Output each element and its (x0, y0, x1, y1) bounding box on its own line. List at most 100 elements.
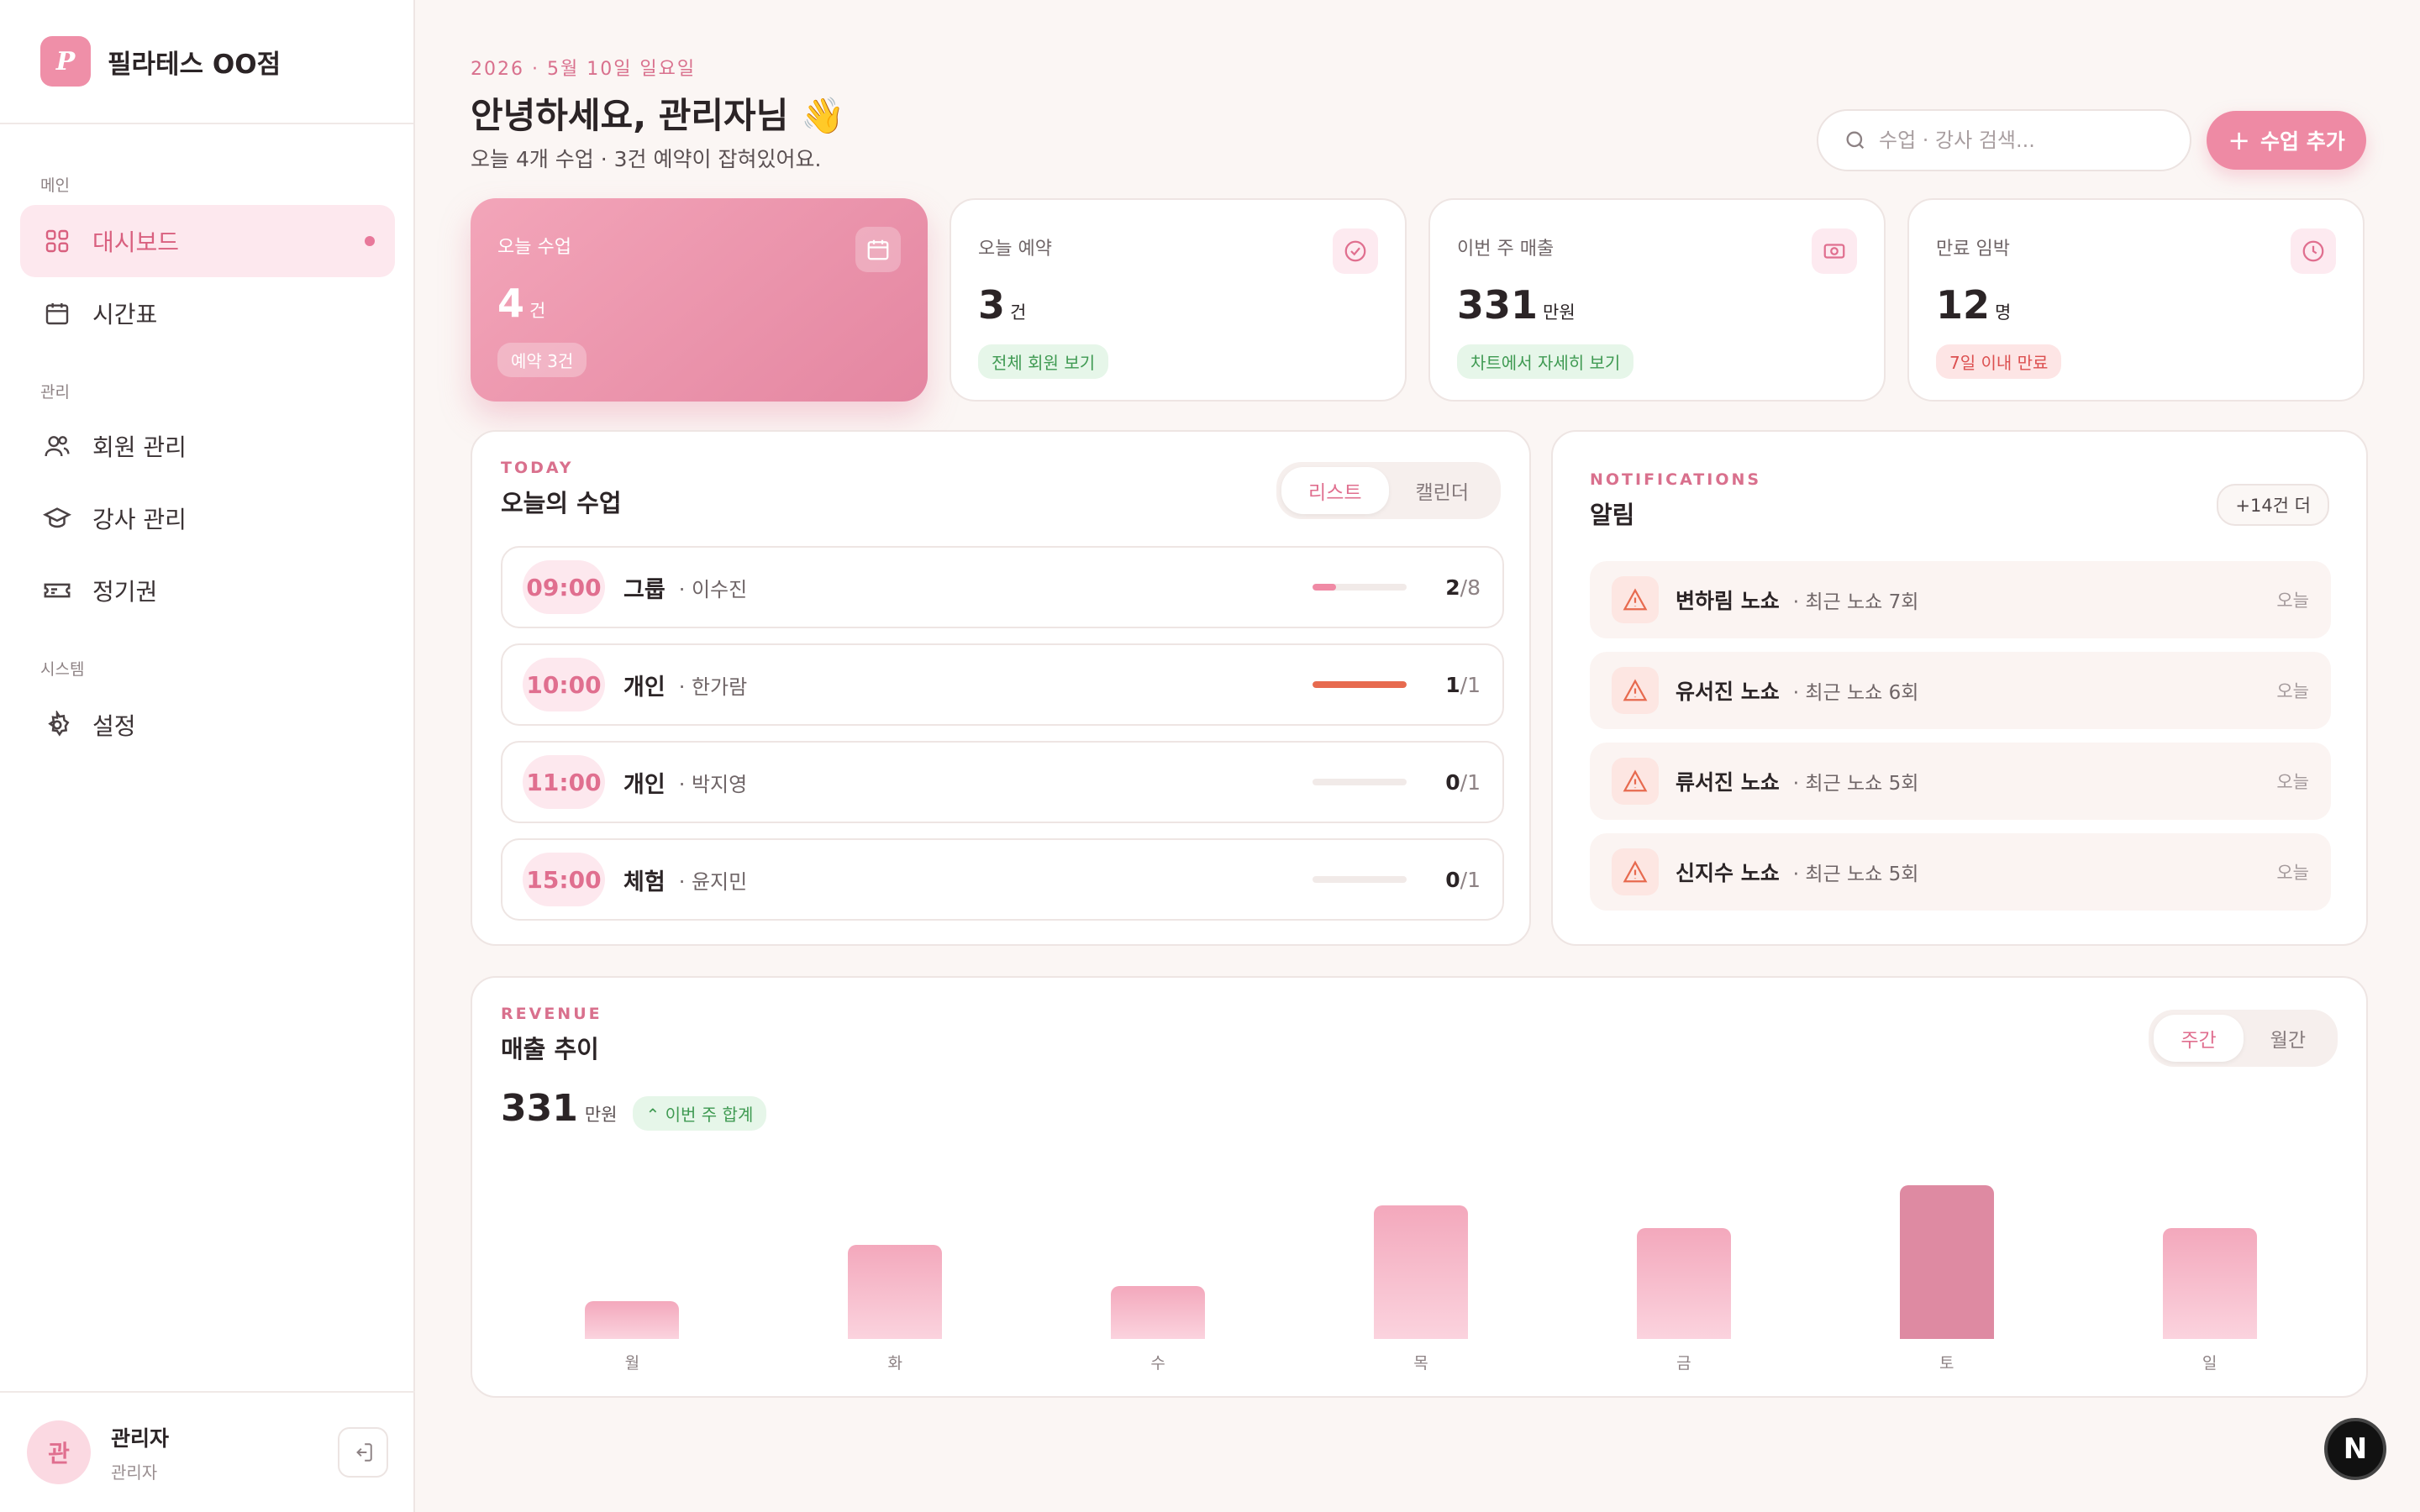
notification-item[interactable]: 유서진 노쇼 · 최근 노쇼 6회 오늘 (1590, 652, 2331, 729)
period-toggle: 주간 월간 (2149, 1010, 2338, 1067)
tab-monthly[interactable]: 월간 (2244, 1015, 2333, 1062)
sidebar-item-dashboard[interactable]: 대시보드 (20, 205, 395, 277)
users-icon (42, 431, 72, 461)
tab-list[interactable]: 리스트 (1281, 467, 1389, 514)
booking-progress-fill (1313, 584, 1336, 591)
gear-icon (42, 710, 72, 740)
stat-pill-link[interactable]: 전체 회원 보기 (978, 344, 1109, 379)
warning-icon (1612, 667, 1659, 714)
revenue-badge: ⌃ 이번 주 합계 (632, 1096, 767, 1131)
notification-item[interactable]: 신지수 노쇼 · 최근 노쇼 5회 오늘 (1590, 833, 2331, 911)
class-time: 10:00 (523, 658, 605, 711)
notification-detail: · 최근 노쇼 5회 (1792, 864, 1919, 885)
stat-pill: 예약 3건 (497, 343, 587, 377)
chart-tick-label: 월 (624, 1354, 640, 1373)
nav-section-system: 시스템 (40, 660, 85, 679)
booking-progress-bar (1313, 681, 1407, 688)
plus-icon: + (2228, 124, 2251, 156)
warning-icon (1612, 848, 1659, 895)
logout-icon (356, 1443, 372, 1462)
notification-time: 오늘 (2276, 591, 2309, 611)
class-row[interactable]: 10:00 개인 · 한가람 1/1 (501, 643, 1504, 726)
chart-bar[interactable] (1374, 1205, 1468, 1339)
sidebar-item-label: 시간표 (92, 301, 158, 328)
tab-calendar[interactable]: 캘린더 (1389, 467, 1496, 514)
search-box[interactable] (1817, 109, 2191, 171)
booking-count: 0/1 (1445, 769, 1481, 795)
class-time: 11:00 (523, 755, 605, 809)
booking-progress-bar (1313, 876, 1407, 883)
brand-name: 필라테스 OO점 (108, 49, 281, 80)
sidebar-item-members[interactable]: 회원 관리 (20, 410, 395, 482)
chart-tick-label: 토 (1939, 1354, 1954, 1373)
booking-count: 0/1 (1445, 867, 1481, 892)
notification-name: 변하림 노쇼 (1676, 589, 1780, 613)
stat-card-today-classes[interactable]: 오늘 수업 4건 예약 3건 (471, 198, 928, 402)
booking-count: 2/8 (1445, 575, 1481, 600)
class-row[interactable]: 15:00 체험 · 윤지민 0/1 (501, 838, 1504, 921)
avatar[interactable]: 관 (27, 1420, 91, 1484)
clock-icon (2291, 228, 2336, 274)
chart-bar[interactable] (585, 1300, 680, 1339)
user-info: 관리자 관리자 (111, 1422, 169, 1483)
sidebar: P 필라테스 OO점 메인 대시보드 시간표 관리 회원 관리 강사 관리 정기… (0, 0, 415, 1512)
class-type: 개인 (623, 771, 666, 798)
notification-item[interactable]: 류서진 노쇼 · 최근 노쇼 5회 오늘 (1590, 743, 2331, 820)
chart-bar[interactable] (1636, 1227, 1731, 1339)
chart-tick-label: 목 (1413, 1354, 1428, 1373)
brand[interactable]: P 필라테스 OO점 (0, 0, 413, 124)
search-input[interactable] (1879, 129, 2165, 152)
view-toggle: 리스트 캘린더 (1276, 462, 1501, 519)
sidebar-item-passes[interactable]: 정기권 (20, 554, 395, 627)
chart-bar[interactable] (1111, 1285, 1206, 1339)
notification-time: 오늘 (2276, 863, 2309, 883)
stat-card-expiring-soon[interactable]: 만료 임박 12 명 7일 이내 만료 (1907, 198, 2365, 402)
card-eyebrow: REVENUE (501, 1005, 602, 1023)
nav-section-manage: 관리 (40, 383, 70, 402)
notification-name: 유서진 노쇼 (1676, 680, 1780, 704)
stat-pill: 7일 이내 만료 (1936, 344, 2062, 379)
notification-time: 오늘 (2276, 681, 2309, 701)
calendar-icon (42, 298, 72, 328)
class-trainer: · 박지영 (678, 772, 748, 796)
class-trainer: · 이수진 (678, 577, 748, 601)
notification-item[interactable]: 변하림 노쇼 · 최근 노쇼 7회 오늘 (1590, 561, 2331, 638)
dashboard-grid-icon (42, 226, 72, 256)
sidebar-item-instructors[interactable]: 강사 관리 (20, 482, 395, 554)
notifications-card: NOTIFICATIONS 알림 +14건 더 변하림 노쇼 · 최근 노쇼 7회… (1551, 430, 2368, 946)
stat-value: 3건 (978, 282, 1027, 328)
stat-card-today-bookings[interactable]: 오늘 예약 3건 전체 회원 보기 (950, 198, 1407, 402)
stat-label: 오늘 수업 (497, 237, 571, 258)
logout-button[interactable] (338, 1427, 388, 1478)
add-class-button[interactable]: + 수업 추가 (2207, 111, 2366, 170)
revenue-total-unit: 만원 (584, 1105, 618, 1125)
chart-tick-label: 수 (1150, 1354, 1165, 1373)
sidebar-item-settings[interactable]: 설정 (20, 689, 395, 761)
warning-icon (1612, 758, 1659, 805)
nav-section-main: 메인 (40, 176, 70, 195)
chart-tick-label: 금 (1676, 1354, 1691, 1373)
chart-bar[interactable] (848, 1244, 943, 1339)
stat-label: 오늘 예약 (978, 239, 1052, 260)
tab-weekly[interactable]: 주간 (2154, 1015, 2244, 1062)
today-classes-card: TODAY 오늘의 수업 리스트 캘린더 09:00 그룹 · 이수진 2/8 10:0… (471, 430, 1531, 946)
booking-progress-bar (1313, 779, 1407, 785)
floating-action-button[interactable]: N (2324, 1418, 2386, 1480)
stat-pill-link[interactable]: 차트에서 자세히 보기 (1457, 344, 1634, 379)
more-notifications-button[interactable]: +14건 더 (2217, 484, 2329, 526)
sidebar-item-timetable[interactable]: 시간표 (20, 277, 395, 349)
add-class-label: 수업 추가 (2260, 129, 2345, 154)
chart-bar[interactable] (2162, 1227, 2257, 1339)
stat-card-weekly-revenue[interactable]: 이번 주 매출 331 만원 차트에서 자세히 보기 (1428, 198, 1886, 402)
class-type: 체험 (623, 869, 666, 895)
class-trainer: · 윤지민 (678, 869, 748, 894)
revenue-total-value: 331 (501, 1087, 578, 1130)
current-date: 2026 · 5월 10일 일요일 (471, 59, 697, 80)
search-icon (1846, 131, 1865, 150)
booking-progress-bar (1313, 584, 1407, 591)
class-time: 15:00 (523, 853, 605, 906)
chart-bar[interactable] (1899, 1185, 1994, 1339)
class-row[interactable]: 11:00 개인 · 박지영 0/1 (501, 741, 1504, 823)
class-time: 09:00 (523, 560, 605, 614)
class-row[interactable]: 09:00 그룹 · 이수진 2/8 (501, 546, 1504, 628)
